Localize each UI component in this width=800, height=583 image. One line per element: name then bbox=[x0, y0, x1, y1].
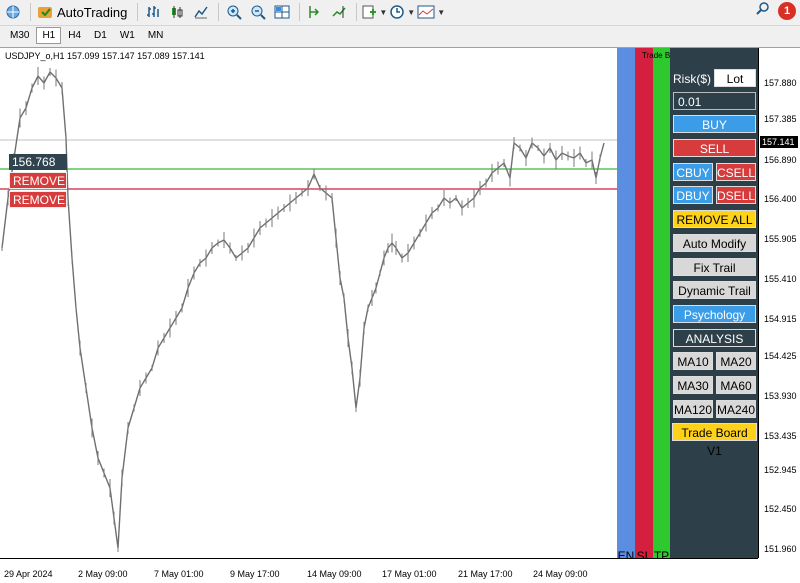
line-price-tag: 156.768 bbox=[9, 154, 67, 170]
autotrading-button[interactable]: AutoTrading bbox=[35, 4, 133, 20]
takeprofit-strip[interactable]: TP bbox=[653, 48, 670, 566]
remove-button[interactable]: REMOVE bbox=[9, 191, 67, 208]
timeframe-h1[interactable]: H1 bbox=[36, 27, 62, 44]
autotrading-label: AutoTrading bbox=[57, 4, 128, 20]
buy-button[interactable]: BUY bbox=[673, 115, 756, 133]
time-axis-label: 17 May 01:00 bbox=[382, 569, 437, 579]
toolbar-divider bbox=[299, 3, 301, 21]
price-axis-label: 155.410 bbox=[764, 274, 797, 284]
trade-panel: Risk($) Lot 0.01 BUY SELL CBUY CSELL DBU… bbox=[670, 48, 758, 566]
toolbar-right: 1 bbox=[756, 1, 796, 20]
lot-size-input[interactable]: 0.01 bbox=[673, 92, 756, 110]
ma120-button[interactable]: MA120 bbox=[673, 400, 713, 418]
zoom-in-icon[interactable] bbox=[223, 1, 245, 23]
tile-windows-icon[interactable] bbox=[271, 1, 293, 23]
notification-badge[interactable]: 1 bbox=[778, 1, 796, 20]
price-axis-label: 151.960 bbox=[764, 544, 797, 554]
time-axis-label: 2 May 09:00 bbox=[78, 569, 128, 579]
timeframe-w1[interactable]: W1 bbox=[114, 27, 141, 44]
fix-trail-button[interactable]: Fix Trail bbox=[673, 258, 756, 276]
zoom-out-icon[interactable] bbox=[247, 1, 269, 23]
mt4-window: AutoTrading ▼ ▼ ▼ 1 M30 H1 H4 D1 W1 MN U… bbox=[0, 0, 800, 583]
risk-label[interactable]: Risk($) bbox=[672, 69, 712, 87]
price-axis-label: 152.450 bbox=[764, 504, 797, 514]
price-axis-label: 157.385 bbox=[764, 114, 797, 124]
price-axis-label: 156.400 bbox=[764, 194, 797, 204]
sell-button[interactable]: SELL bbox=[673, 139, 756, 157]
price-axis-label: 154.915 bbox=[764, 314, 797, 324]
ma30-button[interactable]: MA30 bbox=[673, 376, 713, 394]
time-axis-label: 24 May 09:00 bbox=[533, 569, 588, 579]
time-axis-label: 21 May 17:00 bbox=[458, 569, 513, 579]
chart-area[interactable]: USDJPY_o,H1 157.099 157.147 157.089 157.… bbox=[0, 47, 800, 583]
remove-all-button[interactable]: REMOVE ALL bbox=[673, 210, 756, 228]
search-icon[interactable] bbox=[756, 1, 770, 20]
globe-icon[interactable] bbox=[2, 1, 24, 23]
dynamic-trail-button[interactable]: Dynamic Trail bbox=[673, 281, 756, 299]
time-axis-label: 7 May 01:00 bbox=[154, 569, 204, 579]
bar-chart-icon[interactable] bbox=[142, 1, 164, 23]
timeframe-m30[interactable]: M30 bbox=[4, 27, 35, 44]
toolbar-divider bbox=[137, 3, 139, 21]
autoscroll-icon[interactable] bbox=[328, 1, 350, 23]
price-axis-label: 154.425 bbox=[764, 351, 797, 361]
ma60-button[interactable]: MA60 bbox=[716, 376, 756, 394]
autotrading-icon bbox=[38, 7, 52, 18]
price-axis[interactable]: 157.880 157.385 156.890 156.400 155.905 155.4… bbox=[758, 48, 800, 558]
timeframe-d1[interactable]: D1 bbox=[88, 27, 113, 44]
timeframe-bar: M30 H1 H4 D1 W1 MN bbox=[0, 25, 800, 45]
entry-strip[interactable]: EN bbox=[617, 48, 635, 566]
auto-modify-button[interactable]: Auto Modify bbox=[673, 234, 756, 252]
price-axis-label: 153.435 bbox=[764, 431, 797, 441]
toolbar-divider bbox=[218, 3, 220, 21]
time-axis-label: 14 May 09:00 bbox=[307, 569, 362, 579]
ma10-button[interactable]: MA10 bbox=[673, 352, 713, 370]
timeframe-mn[interactable]: MN bbox=[142, 27, 170, 44]
periods-clock-icon[interactable]: ▼ bbox=[389, 1, 415, 23]
templates-icon[interactable]: ▼ bbox=[417, 1, 445, 23]
psychology-button[interactable]: Psychology bbox=[673, 305, 756, 323]
dbuy-button[interactable]: DBUY bbox=[673, 186, 713, 204]
candlestick-icon[interactable] bbox=[166, 1, 188, 23]
price-axis-label: 156.890 bbox=[764, 155, 797, 165]
indicators-icon[interactable]: ▼ bbox=[361, 1, 387, 23]
ma240-button[interactable]: MA240 bbox=[716, 400, 756, 418]
analysis-button[interactable]: ANALYSIS bbox=[673, 329, 756, 347]
timeframe-h4[interactable]: H4 bbox=[62, 27, 87, 44]
toolbar-divider bbox=[30, 3, 31, 21]
time-axis[interactable]: 29 Apr 2024 2 May 09:00 7 May 01:00 9 May 1… bbox=[0, 558, 758, 583]
remove-button[interactable]: REMOVE bbox=[9, 172, 67, 189]
time-axis-label: 9 May 17:00 bbox=[230, 569, 280, 579]
lot-toggle-button[interactable]: Lot bbox=[714, 69, 756, 87]
toolbar-divider bbox=[356, 3, 358, 21]
main-toolbar: AutoTrading ▼ ▼ ▼ 1 bbox=[0, 0, 800, 24]
current-price-tag: 157.141 bbox=[760, 136, 798, 148]
trade-board-brand: Trade Board V1 bbox=[672, 423, 757, 458]
line-chart-icon[interactable] bbox=[190, 1, 212, 23]
chart-shift-icon[interactable] bbox=[304, 1, 326, 23]
dsell-button[interactable]: DSELL bbox=[716, 186, 756, 204]
stoploss-strip[interactable]: SL bbox=[635, 48, 653, 566]
ma20-button[interactable]: MA20 bbox=[716, 352, 756, 370]
cbuy-button[interactable]: CBUY bbox=[673, 163, 713, 181]
price-axis-label: 152.945 bbox=[764, 465, 797, 475]
time-axis-label: 29 Apr 2024 bbox=[4, 569, 53, 579]
price-axis-label: 153.930 bbox=[764, 391, 797, 401]
csell-button[interactable]: CSELL bbox=[716, 163, 756, 181]
price-axis-label: 155.905 bbox=[764, 234, 797, 244]
symbol-info: USDJPY_o,H1 157.099 157.147 157.089 157.… bbox=[5, 51, 205, 61]
price-axis-label: 157.880 bbox=[764, 78, 797, 88]
